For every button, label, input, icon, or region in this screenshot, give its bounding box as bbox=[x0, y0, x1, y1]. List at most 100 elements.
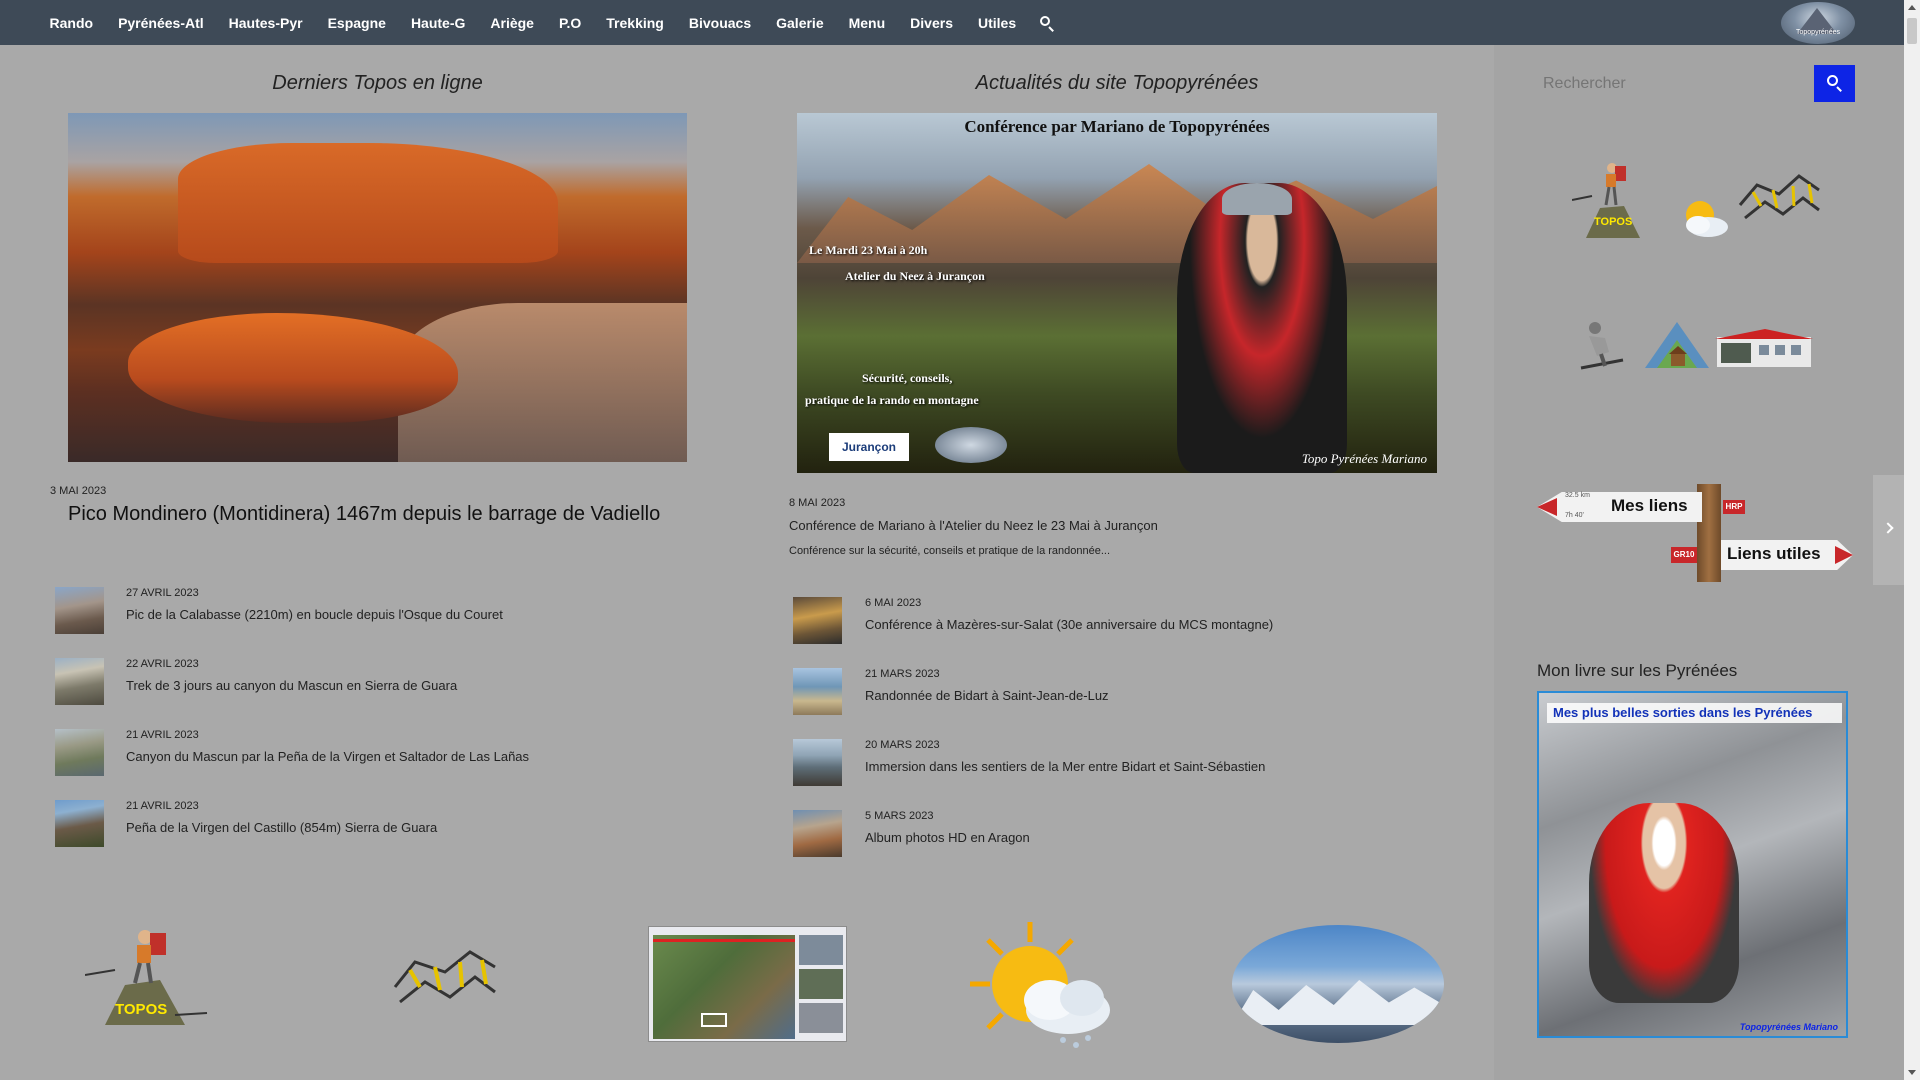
topos-label: TOPOS bbox=[115, 1001, 168, 1018]
post-thumbnail[interactable] bbox=[793, 668, 842, 715]
post-title[interactable]: Pic de la Calabasse (2210m) en boucle de… bbox=[126, 607, 503, 622]
nav-item-utiles[interactable]: Utiles bbox=[978, 15, 1016, 31]
post-thumbnail[interactable] bbox=[793, 739, 842, 786]
scroll-up-icon[interactable] bbox=[1908, 5, 1916, 10]
topos-hiker-icon[interactable]: TOPOS bbox=[84, 925, 210, 1030]
jurancon-logo: Jurançon bbox=[829, 433, 909, 461]
chevron-right-icon bbox=[1882, 522, 1894, 534]
featured-topo-date: 3 MAI 2023 bbox=[50, 485, 107, 497]
topopyrenees-logo bbox=[935, 427, 1007, 463]
latest-topos-heading: Derniers Topos en ligne bbox=[272, 72, 483, 94]
post-thumbnail[interactable] bbox=[793, 597, 842, 644]
useful-links-label[interactable]: Liens utiles bbox=[1727, 544, 1821, 564]
topo-list-item[interactable]: 22 AVRIL 2023 Trek de 3 jours au canyon … bbox=[55, 658, 655, 708]
sidebar-weather-icon[interactable] bbox=[1676, 195, 1731, 240]
book-credit: Topopyrénées Mariano bbox=[1739, 1022, 1838, 1032]
nav-item-rando[interactable]: Rando bbox=[50, 15, 94, 31]
post-date: 21 AVRIL 2023 bbox=[126, 800, 199, 812]
post-title[interactable]: Trek de 3 jours au canyon du Mascun en S… bbox=[126, 678, 457, 693]
conference-poster-image[interactable]: Conférence par Mariano de Topopyrénées L… bbox=[797, 113, 1437, 473]
post-thumbnail[interactable] bbox=[55, 800, 104, 847]
links-label[interactable]: Mes liens bbox=[1611, 496, 1688, 516]
panorama-icon[interactable] bbox=[1232, 925, 1444, 1043]
post-thumbnail[interactable] bbox=[55, 729, 104, 776]
nav-search-icon[interactable] bbox=[1039, 15, 1055, 32]
hrp-badge: HRP bbox=[1723, 500, 1745, 514]
poster-topic-line-1: Sécurité, conseils, bbox=[862, 371, 953, 385]
sign-time: 7h 40' bbox=[1565, 512, 1584, 519]
sidebar-crampons-icon[interactable] bbox=[1737, 170, 1822, 230]
post-date: 22 AVRIL 2023 bbox=[126, 658, 199, 670]
news-list-item[interactable]: 21 MARS 2023 Randonnée de Bidart à Saint… bbox=[793, 668, 1413, 718]
nav-item-hautes-pyr[interactable]: Hautes-Pyr bbox=[229, 15, 303, 31]
nav-item-menu[interactable]: Menu bbox=[849, 15, 886, 31]
nav-item-ariege[interactable]: Ariège bbox=[490, 15, 534, 31]
post-date: 21 MARS 2023 bbox=[865, 668, 940, 680]
gr-badge: GR10 bbox=[1671, 547, 1697, 563]
scrollbar-thumb[interactable] bbox=[1907, 18, 1917, 44]
sidebar-refuge-icon[interactable] bbox=[1715, 325, 1813, 370]
poster-heading: Conférence par Mariano de Topopyrénées bbox=[964, 117, 1270, 136]
site-news-heading: Actualités du site Topopyrénées bbox=[975, 72, 1259, 94]
sidebar-search-input[interactable] bbox=[1537, 65, 1814, 102]
top-navigation-bar: Rando Pyrénées-Atl Hautes-Pyr Espagne Ha… bbox=[0, 0, 1904, 45]
map-viewer-icon[interactable] bbox=[648, 926, 847, 1042]
scroll-down-icon[interactable] bbox=[1908, 1070, 1916, 1075]
weather-icon[interactable] bbox=[968, 920, 1118, 1052]
book-cover[interactable]: Mes plus belles sorties dans les Pyrénée… bbox=[1537, 691, 1848, 1038]
sidebar-topos-label: TOPOS bbox=[1594, 216, 1633, 228]
featured-topo-title[interactable]: Pico Mondinero (Montidinera) 1467m depui… bbox=[68, 503, 660, 526]
post-title[interactable]: Randonnée de Bidart à Saint-Jean-de-Luz bbox=[865, 688, 1109, 703]
conference-date: 8 MAI 2023 bbox=[789, 497, 846, 509]
sidebar-skier-icon[interactable] bbox=[1575, 320, 1627, 372]
nav-item-galerie[interactable]: Galerie bbox=[776, 15, 823, 31]
book-widget-title: Mon livre sur les Pyrénées bbox=[1537, 661, 1738, 680]
conference-title[interactable]: Conférence de Mariano à l'Atelier du Nee… bbox=[789, 518, 1158, 533]
poster-venue-line: Atelier du Neez à Jurançon bbox=[845, 269, 985, 283]
page-scrollbar[interactable] bbox=[1904, 0, 1920, 1080]
sidebar-topos-icon[interactable]: TOPOS bbox=[1571, 160, 1652, 240]
post-date: 20 MARS 2023 bbox=[865, 739, 940, 751]
site-logo-text: Topopyrénées bbox=[1796, 29, 1840, 36]
news-list-item[interactable]: 6 MAI 2023 Conférence à Mazères-sur-Sala… bbox=[793, 597, 1413, 647]
post-title[interactable]: Peña de la Virgen del Castillo (854m) Si… bbox=[126, 820, 437, 835]
links-signpost[interactable]: Mes liens 32.5 km 7h 40' HRP Liens utile… bbox=[1537, 484, 1853, 584]
post-thumbnail[interactable] bbox=[55, 587, 104, 634]
poster-topic-line-2: pratique de la rando en montagne bbox=[805, 393, 979, 407]
topo-list-item[interactable]: 27 AVRIL 2023 Pic de la Calabasse (2210m… bbox=[55, 587, 655, 637]
search-icon bbox=[1827, 75, 1838, 86]
sidebar-search-button[interactable] bbox=[1814, 65, 1855, 102]
nav-item-divers[interactable]: Divers bbox=[910, 15, 953, 31]
news-list-item[interactable]: 5 MARS 2023 Album photos HD en Aragon bbox=[793, 810, 1413, 860]
crampons-icon[interactable] bbox=[390, 942, 500, 1017]
post-title[interactable]: Conférence à Mazères-sur-Salat (30e anni… bbox=[865, 617, 1273, 632]
post-title[interactable]: Canyon du Mascun par la Peña de la Virge… bbox=[126, 749, 529, 764]
conference-excerpt: Conférence sur la sécurité, conseils et … bbox=[789, 545, 1111, 557]
topo-list-item[interactable]: 21 AVRIL 2023 Peña de la Virgen del Cast… bbox=[55, 800, 655, 850]
news-list-item[interactable]: 20 MARS 2023 Immersion dans les sentiers… bbox=[793, 739, 1413, 789]
post-title[interactable]: Album photos HD en Aragon bbox=[865, 830, 1030, 845]
nav-menu: Rando Pyrénées-Atl Hautes-Pyr Espagne Ha… bbox=[37, 0, 1055, 45]
nav-item-po[interactable]: P.O bbox=[559, 15, 581, 31]
sign-distance: 32.5 km bbox=[1565, 492, 1590, 499]
post-title[interactable]: Immersion dans les sentiers de la Mer en… bbox=[865, 759, 1265, 774]
sidebar-mountain-hut-icon[interactable] bbox=[1643, 320, 1711, 370]
nav-item-trekking[interactable]: Trekking bbox=[606, 15, 664, 31]
post-date: 27 AVRIL 2023 bbox=[126, 587, 199, 599]
post-thumbnail[interactable] bbox=[793, 810, 842, 857]
post-date: 5 MARS 2023 bbox=[865, 810, 934, 822]
sidebar-next-arrow[interactable] bbox=[1873, 475, 1904, 585]
featured-topo-image[interactable] bbox=[68, 113, 687, 462]
poster-date-line: Le Mardi 23 Mai à 20h bbox=[809, 243, 928, 257]
nav-item-bivouacs[interactable]: Bivouacs bbox=[689, 15, 751, 31]
post-date: 6 MAI 2023 bbox=[865, 597, 922, 609]
book-banner: Mes plus belles sorties dans les Pyrénée… bbox=[1547, 703, 1842, 723]
nav-item-espagne[interactable]: Espagne bbox=[328, 15, 386, 31]
site-logo[interactable]: Topopyrénées bbox=[1781, 2, 1855, 44]
poster-signature: Topo Pyrénées Mariano bbox=[1301, 451, 1427, 466]
post-thumbnail[interactable] bbox=[55, 658, 104, 705]
nav-item-pyrenees-atl[interactable]: Pyrénées-Atl bbox=[118, 15, 204, 31]
topo-list-item[interactable]: 21 AVRIL 2023 Canyon du Mascun par la Pe… bbox=[55, 729, 655, 779]
post-date: 21 AVRIL 2023 bbox=[126, 729, 199, 741]
nav-item-haute-g[interactable]: Haute-G bbox=[411, 15, 465, 31]
